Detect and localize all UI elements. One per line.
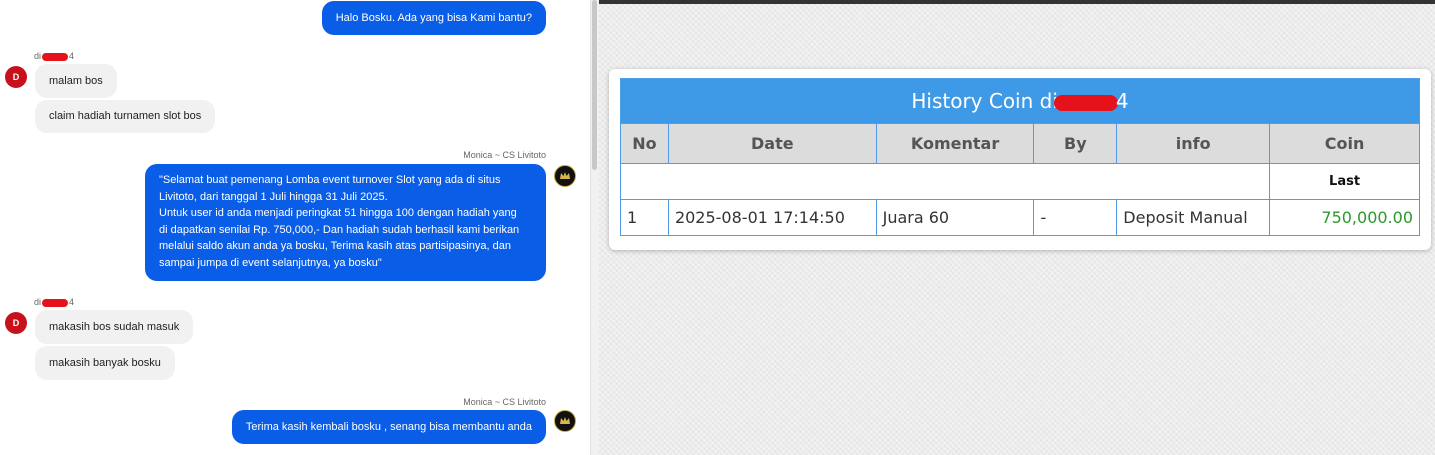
message-bubble-user: makasih bos sudah masuk (35, 310, 194, 344)
chat-scrollbar[interactable] (592, 0, 597, 170)
message-bubble-cs: Terima kasih kembali bosku , senang bisa… (231, 410, 546, 444)
column-header-date: Date (667, 123, 877, 164)
message-line: melalui saldo akun anda ya bosku, Terima… (159, 240, 511, 252)
message-line: Untuk user id anda menjadi peringkat 51 … (159, 207, 517, 219)
message-bubble-user: makasih banyak bosku (35, 346, 175, 380)
cs-avatar (554, 165, 576, 187)
message-bubble-user: claim hadiah turnamen slot bos (35, 100, 216, 133)
user-avatar: D (5, 312, 27, 334)
history-title: History Coin di 4 (620, 78, 1420, 124)
redaction-mark (42, 52, 69, 61)
cell-no: 1 (620, 199, 669, 236)
message-text: claim hadiah turnamen slot bos (49, 110, 202, 122)
column-header-komentar: Komentar (875, 123, 1035, 164)
column-header-info: info (1116, 123, 1271, 164)
sender-name-user: di 4 (34, 297, 75, 307)
message-text: makasih bos sudah masuk (49, 321, 180, 333)
cell-by: - (1033, 199, 1118, 236)
sender-name-cs: Monica ~ CS Livitoto (463, 397, 546, 407)
message-text: Terima kasih kembali bosku , senang bisa… (245, 421, 532, 433)
message-line: "Selamat buat pemenang Lomba event turno… (159, 174, 501, 186)
user-avatar: D (5, 66, 27, 88)
redaction-mark (42, 298, 69, 307)
message-text: Halo Bosku. Ada yang bisa Kami bantu? (335, 12, 532, 24)
message-line: sampai jumpa di event selanjutnya, ya bo… (159, 256, 382, 269)
message-line: Livitoto, dari tanggal 1 Juli hingga 31 … (159, 190, 388, 203)
message-line: di dapatkan senilai Rp. 750,000,- Dan ha… (159, 223, 520, 236)
column-header-no: No (620, 123, 669, 164)
cell-info: Deposit Manual (1116, 199, 1271, 236)
table-last-row: Last (619, 163, 1420, 200)
cell-komentar: Juara 60 (875, 199, 1035, 236)
message-text: makasih banyak bosku (49, 357, 161, 369)
cell-coin: 750,000.00 (1269, 199, 1420, 236)
history-coin-table: History Coin di 4 No Date Komentar By inf… (619, 78, 1420, 236)
cell-date: 2025-08-01 17:14:50 (667, 199, 877, 236)
message-bubble-cs: "Selamat buat pemenang Lomba event turno… (145, 164, 546, 281)
redaction-mark (1053, 94, 1118, 111)
last-label: Last (1269, 163, 1420, 200)
table-row: 1 2025-08-01 17:14:50 Juara 60 - Deposit… (620, 199, 1420, 236)
table-header-row: No Date Komentar By info Coin (620, 123, 1420, 164)
cs-avatar (554, 410, 576, 432)
column-header-by: By (1033, 123, 1118, 164)
sender-name-user: di 4 (34, 51, 75, 61)
message-bubble-user: malam bos (35, 64, 117, 98)
message-text: malam bos (49, 75, 103, 87)
chat-panel: Halo Bosku. Ada yang bisa Kami bantu? di… (0, 0, 598, 455)
crown-logo-icon (560, 172, 570, 179)
sender-name-cs: Monica ~ CS Livitoto (463, 150, 546, 160)
message-bubble-cs: Halo Bosku. Ada yang bisa Kami bantu? (321, 1, 546, 35)
top-bar (599, 0, 1435, 4)
column-header-coin: Coin (1269, 123, 1420, 164)
empty-cell (619, 163, 1271, 200)
crown-logo-icon (560, 417, 570, 424)
